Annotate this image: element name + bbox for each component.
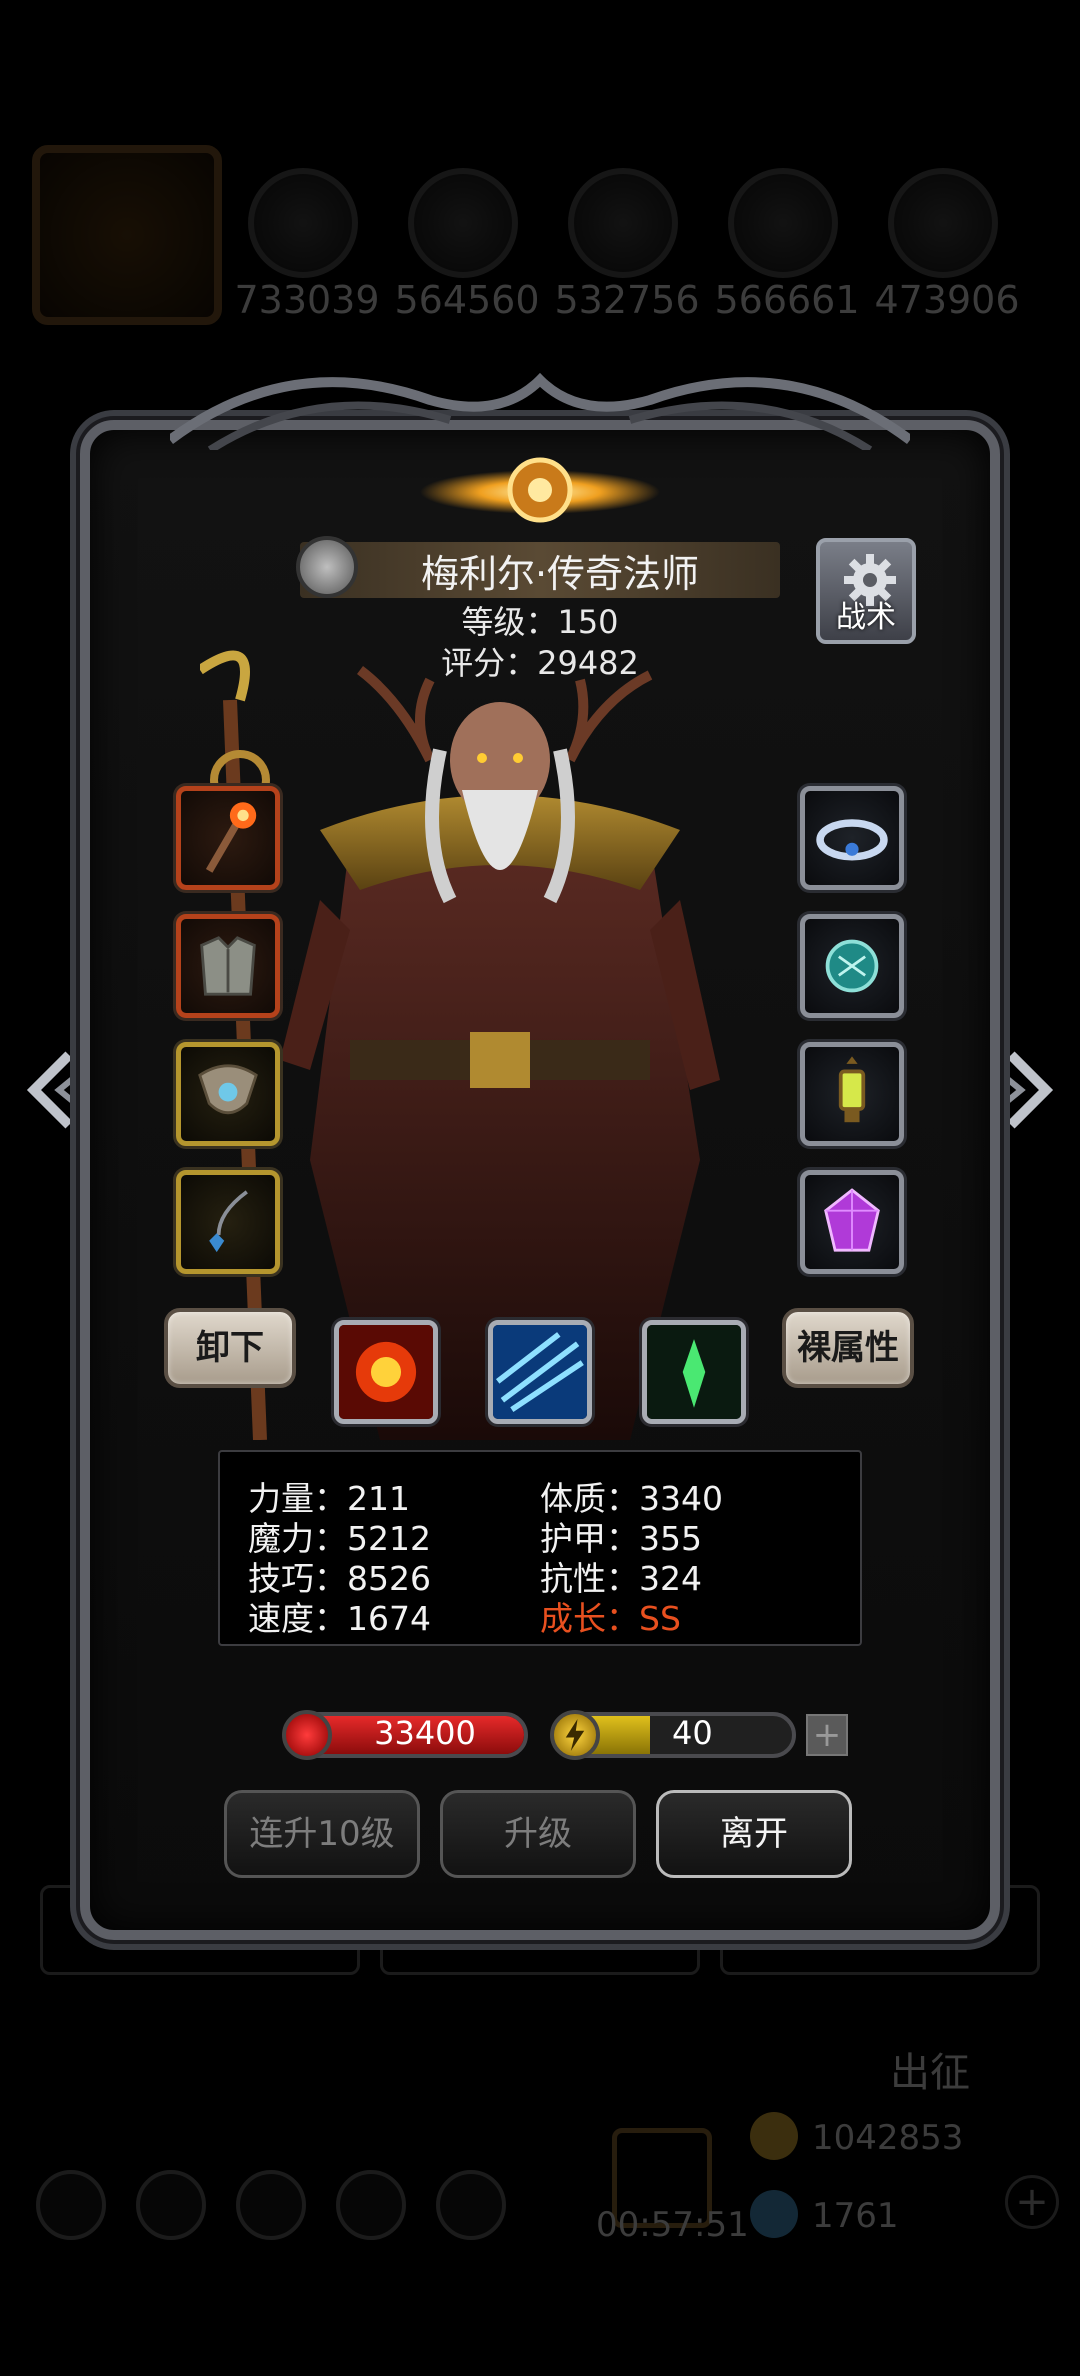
skill-slot-3[interactable] — [642, 1320, 746, 1424]
crown-icon — [816, 819, 888, 861]
purple-gem-icon — [824, 1188, 880, 1252]
resource-icon — [728, 168, 838, 278]
energy-value: 40 — [672, 1714, 713, 1752]
fire-burst-icon — [339, 1325, 433, 1419]
resource-value: 532756 — [554, 278, 700, 322]
resource-value: 733039 — [234, 278, 380, 322]
base-attributes-button[interactable]: 裸属性 — [782, 1308, 914, 1388]
ice-slash-icon — [493, 1325, 587, 1419]
level-up-button[interactable]: 升级 — [440, 1790, 636, 1878]
gift-timer: 00:57:51 — [596, 2205, 749, 2245]
equipment-slot-gem[interactable] — [800, 1170, 904, 1274]
menu-icon — [336, 2170, 406, 2240]
menu-icon — [136, 2170, 206, 2240]
skill-slot-1[interactable] — [334, 1320, 438, 1424]
menu-icon — [36, 2170, 106, 2240]
gold-coin-icon — [750, 2112, 798, 2160]
skill-slot-2[interactable] — [488, 1320, 592, 1424]
resource-value: 566661 — [714, 278, 860, 322]
menu-icon — [236, 2170, 306, 2240]
tactics-button[interactable]: 战术 — [816, 538, 916, 644]
base-attributes-label: 裸属性 — [797, 1328, 899, 1368]
orb-icon — [825, 939, 879, 993]
equipment-slot-amulet[interactable] — [176, 1042, 280, 1146]
equipment-slot-head[interactable] — [800, 786, 904, 890]
green-crystal-icon — [647, 1325, 741, 1419]
lantern-icon — [838, 1056, 866, 1123]
equipment-slot-lantern[interactable] — [800, 1042, 904, 1146]
leave-label: 离开 — [720, 1814, 788, 1854]
resource-icon — [248, 168, 358, 278]
equipment-slot-necklace[interactable] — [176, 1170, 280, 1274]
add-energy-button[interactable]: + — [806, 1714, 848, 1756]
stat-speed: 速度：1674 — [248, 1599, 431, 1638]
level-up-10-label: 连升10级 — [249, 1814, 395, 1854]
unequip-label: 卸下 — [196, 1328, 264, 1368]
hero-name: 梅利尔·传奇法师 — [420, 552, 700, 596]
resource-icon — [408, 168, 518, 278]
resource-icon — [888, 168, 998, 278]
equipment-slot-armor[interactable] — [176, 914, 280, 1018]
hero-level: 等级：150 — [461, 603, 619, 641]
player-avatar — [32, 145, 222, 325]
menu-icon — [436, 2170, 506, 2240]
expedition-label: 出征 — [890, 2050, 970, 2096]
lightning-icon — [550, 1710, 600, 1760]
gold-amount: 1042853 — [812, 2118, 964, 2158]
chest-armor-icon — [200, 936, 256, 996]
hero-class-icon — [296, 536, 358, 598]
unequip-button[interactable]: 卸下 — [164, 1308, 296, 1388]
resource-value: 473906 — [874, 278, 1020, 322]
equipment-slot-orb[interactable] — [800, 914, 904, 1018]
leave-button[interactable]: 离开 — [656, 1790, 852, 1878]
heart-icon — [282, 1710, 332, 1760]
resource-value: 564560 — [394, 278, 540, 322]
necklace-icon — [209, 1190, 248, 1253]
gem-icon — [750, 2190, 798, 2238]
panel-emblem-icon — [420, 457, 660, 523]
stat-growth: 成长：SS — [540, 1599, 681, 1638]
hp-value: 33400 — [374, 1714, 476, 1752]
tactics-label: 战术 — [836, 600, 896, 635]
staff-weapon-icon — [205, 802, 257, 873]
gem-amount: 1761 — [812, 2196, 899, 2236]
equipment-slot-weapon[interactable] — [176, 786, 280, 890]
resource-icon — [568, 168, 678, 278]
amulet-icon — [198, 1064, 258, 1115]
level-up-label: 升级 — [504, 1814, 572, 1854]
add-icon: + — [1005, 2175, 1059, 2229]
level-up-10-button[interactable]: 连升10级 — [224, 1790, 420, 1878]
